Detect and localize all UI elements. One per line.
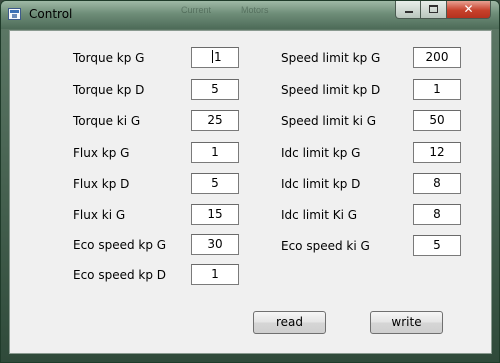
eco-speed-kp-g-input[interactable]: 30 xyxy=(191,234,239,255)
close-icon: ✕ xyxy=(463,2,474,16)
label-torque-ki-g: Torque ki G xyxy=(73,114,141,128)
label-eco-speed-kp-g: Eco speed kp G xyxy=(73,238,167,252)
title-bar[interactable]: Control Current Motors ✕ xyxy=(1,1,499,29)
flux-kp-d-input[interactable]: 5 xyxy=(191,173,239,194)
idc-limit-kp-g-input[interactable]: 12 xyxy=(413,142,461,163)
label-torque-kp-g: Torque kp G xyxy=(73,51,145,65)
torque-kp-g-input[interactable]: 1 xyxy=(191,47,239,68)
label-eco-speed-ki-g: Eco speed ki G xyxy=(281,239,370,253)
text-caret xyxy=(212,50,213,63)
eco-speed-ki-g-input[interactable]: 5 xyxy=(413,235,461,256)
label-flux-kp-d: Flux kp D xyxy=(73,177,130,191)
label-idc-limit-kp-d: Idc limit kp D xyxy=(281,177,361,191)
control-window: Control Current Motors ✕ Torque kp G Tor… xyxy=(0,0,500,363)
label-eco-speed-kp-d: Eco speed kp D xyxy=(73,268,167,282)
label-idc-limit-kp-g: Idc limit kp G xyxy=(281,146,361,160)
idc-limit-ki-g-input[interactable]: 8 xyxy=(413,204,461,225)
window-title: Control xyxy=(29,7,73,21)
eco-speed-kp-d-input[interactable]: 1 xyxy=(191,264,239,285)
label-speed-limit-ki-g: Speed limit ki G xyxy=(281,114,377,128)
torque-kp-g-value: 1 xyxy=(214,50,222,64)
speed-limit-kp-g-input[interactable]: 200 xyxy=(413,47,461,68)
read-button[interactable]: read xyxy=(253,311,326,334)
maximize-button[interactable] xyxy=(421,1,447,19)
label-idc-limit-ki-g: Idc limit Ki G xyxy=(281,208,358,222)
torque-ki-g-input[interactable]: 25 xyxy=(191,110,239,131)
label-torque-kp-d: Torque kp D xyxy=(73,83,145,97)
background-ghost-text: Motors xyxy=(241,5,269,15)
minimize-icon xyxy=(405,11,413,13)
flux-kp-g-input[interactable]: 1 xyxy=(191,142,239,163)
label-flux-ki-g: Flux ki G xyxy=(73,208,126,222)
background-ghost-text: Current xyxy=(181,5,212,15)
control-panel: Torque kp G Torque kp D Torque ki G Flux… xyxy=(9,30,492,354)
label-speed-limit-kp-g: Speed limit kp G xyxy=(281,51,381,65)
maximize-icon xyxy=(429,5,438,13)
close-button[interactable]: ✕ xyxy=(447,1,491,19)
label-speed-limit-kp-d: Speed limit kp D xyxy=(281,83,381,97)
speed-limit-kp-d-input[interactable]: 1 xyxy=(413,79,461,100)
flux-ki-g-input[interactable]: 15 xyxy=(191,204,239,225)
minimize-button[interactable] xyxy=(395,1,421,19)
label-flux-kp-g: Flux kp G xyxy=(73,146,130,160)
write-button[interactable]: write xyxy=(370,311,443,334)
idc-limit-kp-d-input[interactable]: 8 xyxy=(413,173,461,194)
torque-kp-d-input[interactable]: 5 xyxy=(191,79,239,100)
speed-limit-ki-g-input[interactable]: 50 xyxy=(413,110,461,131)
window-app-icon[interactable] xyxy=(8,8,21,20)
